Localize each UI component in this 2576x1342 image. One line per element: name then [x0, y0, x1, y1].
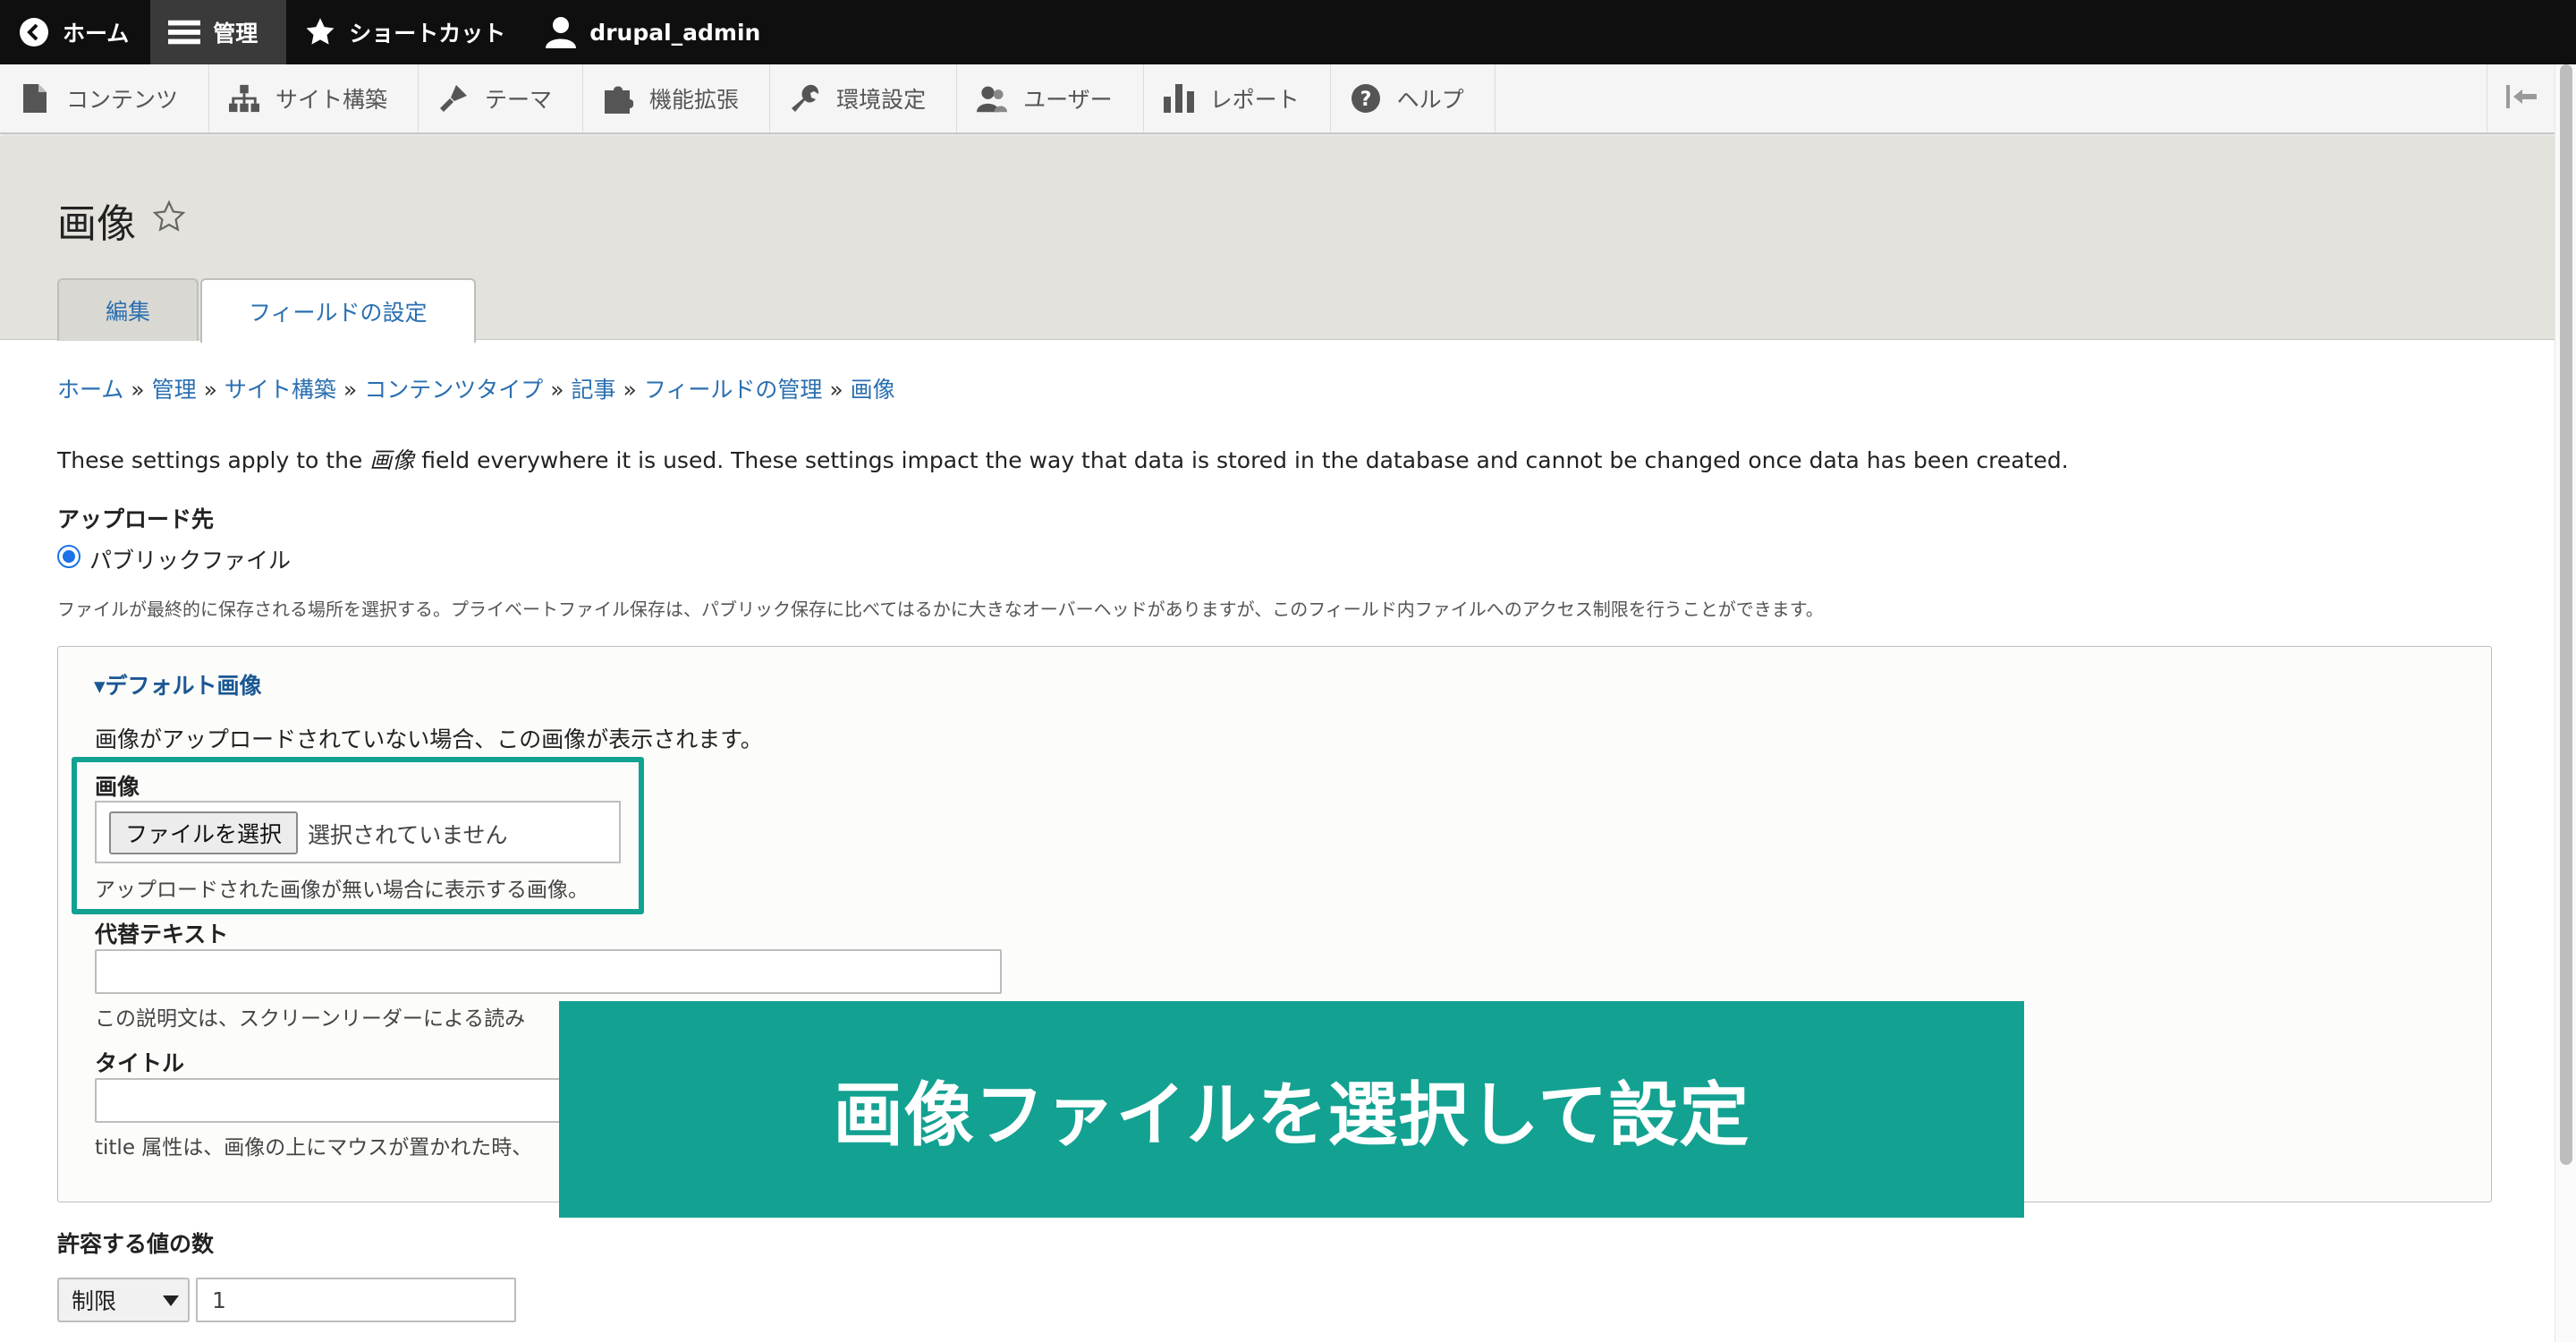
- toolbar-user[interactable]: drupal_admin: [527, 0, 782, 64]
- cardinality-label: 許容する値の数: [57, 1231, 215, 1257]
- cardinality-number-input[interactable]: 1: [196, 1278, 516, 1322]
- bar-chart-icon: [1163, 83, 1194, 114]
- toolbar-shortcuts[interactable]: ショートカット: [286, 0, 527, 64]
- scrollbar-thumb[interactable]: [2560, 64, 2572, 1165]
- tab-edit[interactable]: 編集: [57, 278, 199, 341]
- help-icon: ?: [1351, 83, 1381, 114]
- upload-destination-label: アップロード先: [57, 506, 215, 532]
- breadcrumb-separator: »: [343, 377, 358, 403]
- menu-icon: [168, 16, 201, 48]
- cardinality-number-value: 1: [212, 1287, 226, 1313]
- breadcrumb-separator: »: [203, 377, 217, 403]
- toolbar-home[interactable]: ホーム: [0, 0, 150, 64]
- breadcrumb-image[interactable]: 画像: [851, 377, 895, 403]
- default-image-label: 画像: [95, 774, 140, 800]
- file-icon: [20, 83, 50, 114]
- upload-public-radio[interactable]: [57, 545, 80, 568]
- page-scrollbar[interactable]: [2555, 64, 2576, 1342]
- upload-destination-description: ファイルが最終的に保存される場所を選択する。プライベートファイル保存は、パブリッ…: [57, 599, 1824, 620]
- title-label: タイトル: [95, 1050, 185, 1076]
- breadcrumb-admin[interactable]: 管理: [152, 377, 197, 403]
- breadcrumb-manage-fields[interactable]: フィールドの管理: [644, 377, 823, 403]
- upload-public-option-label[interactable]: パブリックファイル: [89, 543, 291, 575]
- alt-text-label: 代替テキスト: [95, 922, 229, 947]
- page-title: 画像: [57, 191, 186, 249]
- page-header: 画像 編集 フィールドの設定: [0, 136, 2555, 343]
- tray-item-extend[interactable]: 機能拡張: [583, 64, 771, 132]
- toolbar-user-label: drupal_admin: [589, 19, 761, 46]
- page-title-text: 画像: [57, 201, 136, 247]
- tray-label-content: コンテンツ: [66, 87, 179, 113]
- shortcut-star-icon[interactable]: [152, 198, 186, 243]
- default-image-summary[interactable]: ▾デフォルト画像: [94, 668, 262, 701]
- star-icon: [304, 16, 336, 48]
- breadcrumb-home[interactable]: ホーム: [57, 377, 123, 403]
- tray-item-config[interactable]: 環境設定: [770, 64, 958, 132]
- admin-tray: コンテンツ サイト構築 テーマ 機能拡張 環境設定 ユーザー レポート ? ヘル…: [0, 64, 2555, 134]
- no-file-selected-text: 選択されていません: [308, 822, 508, 848]
- default-image-intro: 画像がアップロードされていない場合、この画像が表示されます。: [95, 726, 763, 752]
- tray-label-structure: サイト構築: [275, 87, 388, 113]
- people-icon: [977, 83, 1008, 114]
- annotation-banner-text: 画像ファイルを選択して設定: [833, 1075, 1750, 1156]
- cardinality-select-value: 制限: [72, 1288, 117, 1314]
- intro-prefix: These settings apply to the: [57, 447, 370, 473]
- brush-icon: [438, 83, 469, 114]
- annotation-banner: 画像ファイルを選択して設定: [559, 1001, 2024, 1218]
- collapse-left-icon: [2505, 85, 2537, 112]
- tray-item-help[interactable]: ? ヘルプ: [1331, 64, 1496, 132]
- admin-toolbar: ホーム 管理 ショートカット drupal_admin: [0, 0, 2576, 64]
- breadcrumb-separator: »: [829, 377, 843, 403]
- tray-label-appearance: テーマ: [485, 87, 553, 113]
- back-circle-icon: [18, 16, 50, 48]
- default-image-description: アップロードされた画像が無い場合に表示する画像。: [95, 879, 589, 902]
- toolbar-orientation-toggle[interactable]: [2487, 64, 2555, 132]
- tray-item-people[interactable]: ユーザー: [957, 64, 1144, 132]
- title-description: title 属性は、画像の上にマウスが置かれた時、: [95, 1136, 533, 1159]
- tray-label-people: ユーザー: [1023, 87, 1113, 113]
- tray-item-content[interactable]: コンテンツ: [0, 64, 210, 132]
- puzzle-icon: [603, 83, 634, 114]
- breadcrumb-separator: »: [623, 377, 637, 403]
- toolbar-shortcuts-label: ショートカット: [349, 21, 506, 47]
- breadcrumb: ホーム» 管理» サイト構築» コンテンツタイプ» 記事» フィールドの管理» 画像: [57, 372, 895, 404]
- intro-suffix: field everywhere it is used. These setti…: [414, 447, 2069, 473]
- toolbar-manage[interactable]: 管理: [150, 0, 287, 64]
- select-caret-icon: [163, 1295, 179, 1306]
- toolbar-home-label: ホーム: [63, 21, 130, 47]
- alt-text-input[interactable]: [95, 949, 1002, 994]
- tab-field-settings[interactable]: フィールドの設定: [200, 278, 476, 343]
- breadcrumb-content-types[interactable]: コンテンツタイプ: [364, 377, 543, 403]
- field-settings-intro: These settings apply to the 画像 field eve…: [57, 443, 2069, 475]
- intro-field-name: 画像: [369, 447, 415, 473]
- tray-label-extend: 機能拡張: [649, 87, 740, 113]
- primary-tabs: 編集 フィールドの設定: [57, 278, 478, 343]
- svg-text:?: ?: [1360, 89, 1371, 111]
- tray-item-reports[interactable]: レポート: [1144, 64, 1331, 132]
- wrench-icon: [790, 83, 820, 114]
- alt-text-description: この説明文は、スクリーンリーダーによる読み: [95, 1007, 526, 1031]
- tray-item-structure[interactable]: サイト構築: [209, 64, 419, 132]
- breadcrumb-separator: »: [131, 377, 145, 403]
- tray-label-config: 環境設定: [836, 87, 927, 113]
- cardinality-select[interactable]: 制限: [57, 1278, 190, 1322]
- toolbar-manage-label: 管理: [213, 21, 258, 47]
- breadcrumb-structure[interactable]: サイト構築: [225, 377, 336, 403]
- tray-label-reports: レポート: [1209, 87, 1300, 113]
- tray-label-help: ヘルプ: [1396, 87, 1464, 113]
- tray-item-appearance[interactable]: テーマ: [419, 64, 584, 132]
- breadcrumb-separator: »: [550, 377, 564, 403]
- sitemap-icon: [229, 83, 260, 114]
- default-image-file-input[interactable]: ファイルを選択 選択されていません: [95, 801, 621, 863]
- choose-file-button[interactable]: ファイルを選択: [109, 811, 299, 854]
- breadcrumb-article[interactable]: 記事: [572, 377, 616, 403]
- user-icon: [545, 16, 577, 48]
- title-input[interactable]: [95, 1078, 578, 1123]
